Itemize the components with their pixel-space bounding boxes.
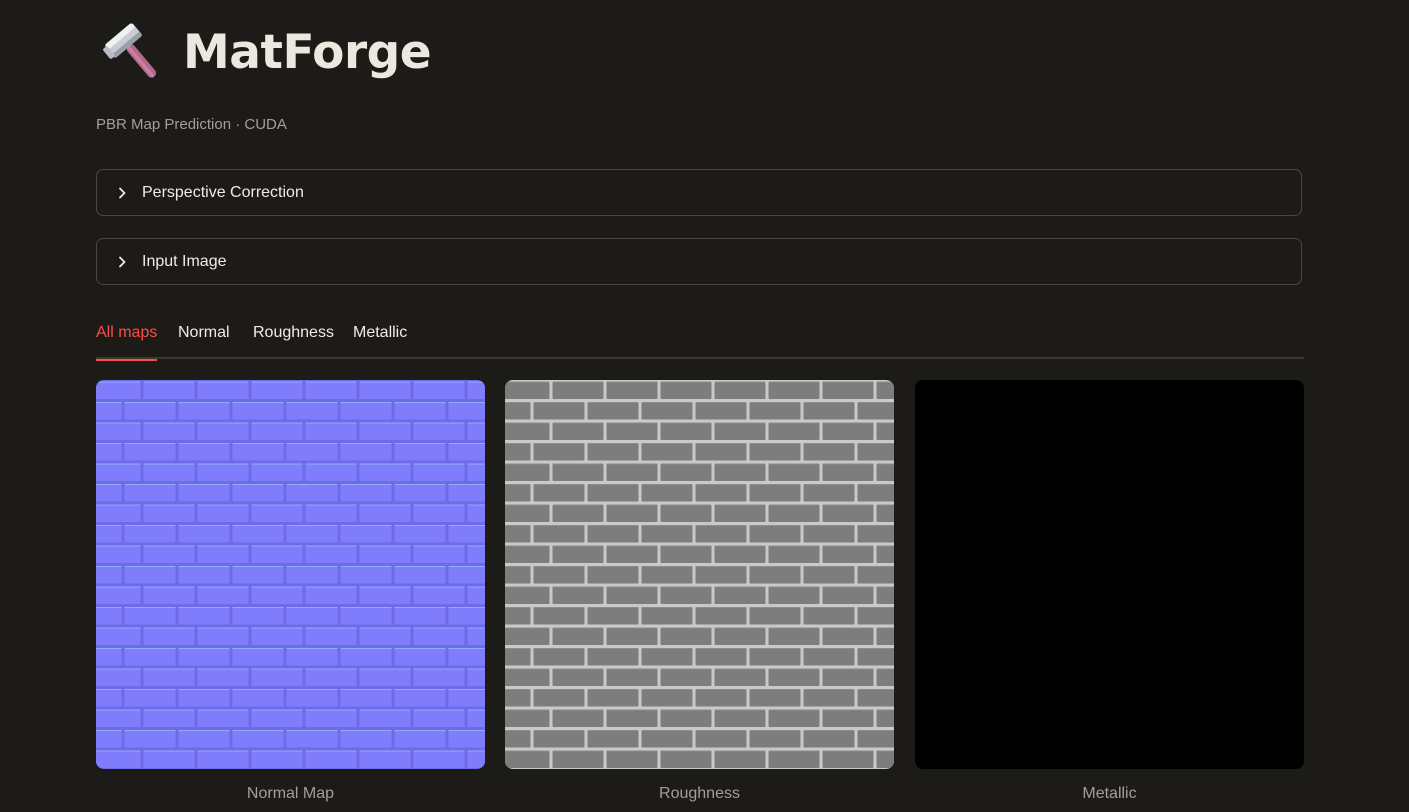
map-tabs: All maps Normal Roughness Metallic [96,318,1304,361]
expander-label: Input Image [142,252,227,270]
app-subtitle: PBR Map Prediction · CUDA [96,116,287,133]
normal-map-caption: Normal Map [246,785,335,802]
roughness-map-card: Roughness [505,380,894,805]
tab-normal[interactable]: Normal [178,318,230,359]
hammer-icon [103,23,157,78]
normal-map-image [96,380,485,769]
metallic-map-image [915,380,1304,769]
normal-map-card: Normal Map [96,380,485,805]
expander-perspective-correction[interactable]: Perspective Correction [96,169,1302,216]
expander-label: Perspective Correction [142,183,304,201]
tab-metallic[interactable]: Metallic [353,318,407,359]
roughness-map-caption: Roughness [659,785,740,802]
expander-input-image[interactable]: Input Image [96,238,1302,285]
roughness-map-image [505,380,894,769]
chevron-right-icon [115,186,129,200]
tab-roughness[interactable]: Roughness [253,318,334,359]
chevron-right-icon [115,255,129,269]
app-page: MatForge PBR Map Prediction · CUDA Persp… [0,0,1409,812]
metallic-map-card: Metallic [915,380,1304,805]
app-header: MatForge [101,18,432,88]
app-title: MatForge [183,25,432,80]
tab-all-maps[interactable]: All maps [96,318,158,361]
metallic-map-caption: Metallic [1082,785,1137,802]
